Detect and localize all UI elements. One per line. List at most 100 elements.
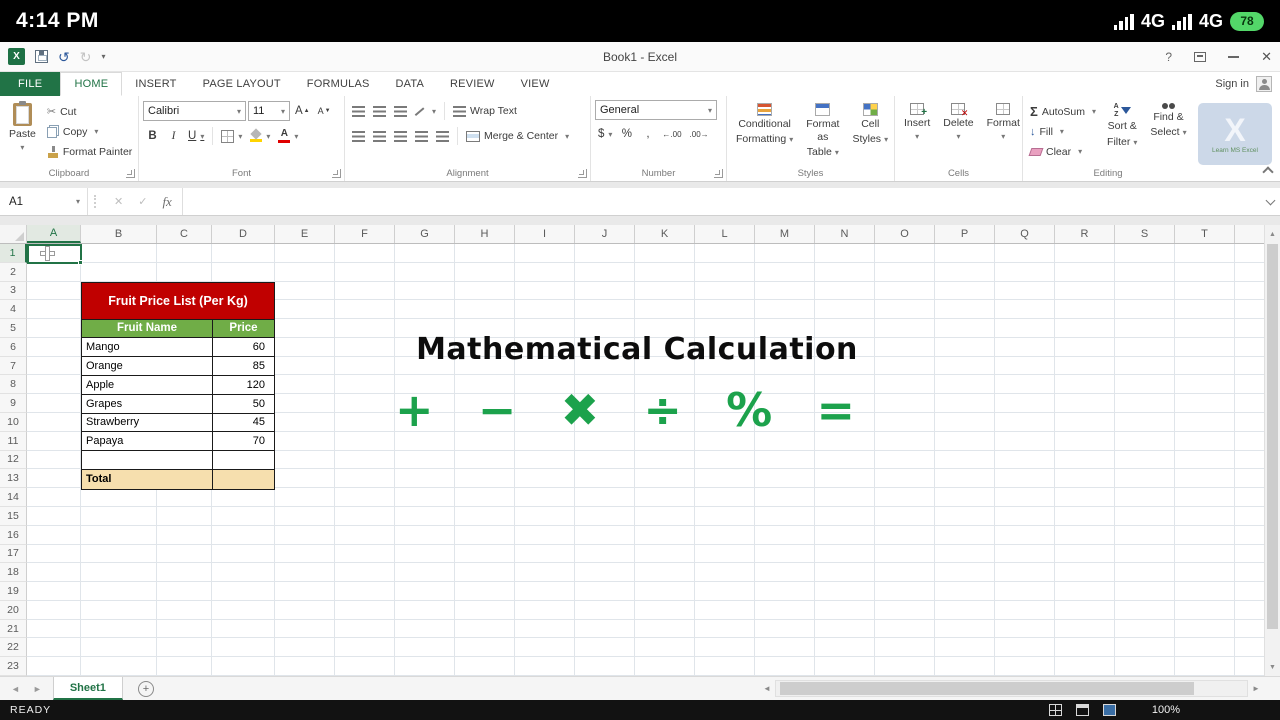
column-header-I[interactable]: I xyxy=(515,225,575,243)
shrink-font-button[interactable]: A▼ xyxy=(315,100,334,122)
font-size-combo[interactable]: 11 xyxy=(248,101,290,121)
scroll-down-icon[interactable]: ▼ xyxy=(1265,658,1280,676)
new-sheet-icon[interactable]: + xyxy=(138,681,154,697)
font-name-combo[interactable]: Calibri xyxy=(143,101,246,121)
fruit-name-cell[interactable]: Grapes xyxy=(82,395,213,413)
comma-style-button[interactable]: , xyxy=(638,123,657,145)
insert-function-icon[interactable]: fx xyxy=(162,194,171,210)
formula-input[interactable] xyxy=(183,188,1260,215)
tab-file[interactable]: FILE xyxy=(0,72,60,96)
number-dialog-launcher-icon[interactable] xyxy=(714,169,723,178)
ribbon-tab-page-layout[interactable]: PAGE LAYOUT xyxy=(190,72,294,96)
copy-button[interactable]: Copy xyxy=(44,122,135,141)
row-header-8[interactable]: 8 xyxy=(0,375,27,394)
decrease-indent-button[interactable] xyxy=(412,125,431,147)
orientation-button[interactable] xyxy=(412,100,439,122)
format-painter-button[interactable]: Format Painter xyxy=(44,142,135,161)
vertical-scroll-track[interactable] xyxy=(1265,243,1280,658)
font-color-button[interactable]: A xyxy=(275,125,301,147)
row-header-6[interactable]: 6 xyxy=(0,338,27,357)
vertical-scroll-thumb[interactable] xyxy=(1267,244,1278,629)
sheet-tab-sheet1[interactable]: Sheet1 xyxy=(53,677,123,700)
sign-in-button[interactable]: Sign in xyxy=(1215,72,1272,96)
fill-color-button[interactable] xyxy=(247,125,273,147)
row-header-10[interactable]: 10 xyxy=(0,413,27,432)
column-header-F[interactable]: F xyxy=(335,225,395,243)
middle-align-button[interactable] xyxy=(370,100,389,122)
column-header-H[interactable]: H xyxy=(455,225,515,243)
column-header-J[interactable]: J xyxy=(575,225,635,243)
ribbon-tab-insert[interactable]: INSERT xyxy=(122,72,189,96)
bold-button[interactable]: B xyxy=(143,125,162,147)
conditional-formatting-button[interactable]: Conditional Formatting xyxy=(731,100,798,149)
column-header-N[interactable]: N xyxy=(815,225,875,243)
merge-center-button[interactable]: Merge & Center xyxy=(463,127,572,146)
clear-button[interactable]: Clear xyxy=(1027,142,1099,161)
horizontal-scrollbar[interactable]: ◄ ► xyxy=(759,680,1264,697)
accounting-format-button[interactable]: $ xyxy=(595,123,615,145)
fill-button[interactable]: ↓Fill xyxy=(1027,122,1099,141)
find-select-button[interactable]: Find & Select xyxy=(1145,100,1191,142)
customize-qat-icon[interactable]: ▾ xyxy=(101,52,105,61)
format-cells-button[interactable]: Format xyxy=(982,100,1025,145)
fruit-price-cell[interactable]: 60 xyxy=(213,338,274,356)
vertical-scrollbar[interactable]: ▲ ▼ xyxy=(1264,225,1280,676)
fruit-price-cell[interactable]: 85 xyxy=(213,357,274,375)
decrease-decimal-button[interactable]: .00→ xyxy=(687,123,712,145)
scroll-right-icon[interactable]: ► xyxy=(1248,680,1264,697)
total-label-cell[interactable]: Total xyxy=(82,470,213,489)
select-all-corner[interactable] xyxy=(0,225,27,243)
expand-formula-bar-button[interactable] xyxy=(1260,188,1280,215)
price-header-cell[interactable]: Price xyxy=(213,320,274,338)
format-as-table-button[interactable]: Format as Table xyxy=(801,100,844,162)
column-header-E[interactable]: E xyxy=(275,225,335,243)
collapse-ribbon-icon[interactable] xyxy=(1262,166,1273,177)
minimize-icon[interactable] xyxy=(1228,56,1239,58)
column-header-R[interactable]: R xyxy=(1055,225,1115,243)
name-box[interactable]: A1 xyxy=(0,188,88,215)
row-header-3[interactable]: 3 xyxy=(0,282,27,301)
row-header-22[interactable]: 22 xyxy=(0,638,27,657)
paste-button[interactable]: Paste xyxy=(4,100,41,156)
column-header-L[interactable]: L xyxy=(695,225,755,243)
column-header-M[interactable]: M xyxy=(755,225,815,243)
cell-styles-button[interactable]: Cell Styles xyxy=(847,100,893,149)
row-header-15[interactable]: 15 xyxy=(0,507,27,526)
empty-price-cell[interactable] xyxy=(213,451,274,469)
row-header-17[interactable]: 17 xyxy=(0,545,27,564)
next-sheet-icon[interactable]: ► xyxy=(33,684,42,694)
row-header-4[interactable]: 4 xyxy=(0,300,27,319)
fruit-price-cell[interactable]: 50 xyxy=(213,395,274,413)
page-break-view-icon[interactable] xyxy=(1103,704,1116,716)
alignment-dialog-launcher-icon[interactable] xyxy=(578,169,587,178)
align-center-button[interactable] xyxy=(370,125,389,147)
cancel-icon[interactable]: ✕ xyxy=(114,195,123,208)
fruit-name-cell[interactable]: Apple xyxy=(82,376,213,394)
wrap-text-button[interactable]: Wrap Text xyxy=(450,102,520,121)
fill-handle[interactable] xyxy=(78,260,83,265)
percent-style-button[interactable]: % xyxy=(617,123,636,145)
horizontal-scroll-track[interactable] xyxy=(775,680,1248,697)
ribbon-display-options-icon[interactable] xyxy=(1194,52,1206,62)
row-header-11[interactable]: 11 xyxy=(0,432,27,451)
fruit-name-header-cell[interactable]: Fruit Name xyxy=(82,320,213,338)
insert-cells-button[interactable]: + Insert xyxy=(899,100,935,145)
underline-button[interactable]: U xyxy=(185,125,207,147)
increase-decimal-button[interactable]: ←.00 xyxy=(659,123,684,145)
row-header-18[interactable]: 18 xyxy=(0,563,27,582)
align-left-button[interactable] xyxy=(349,125,368,147)
autosum-button[interactable]: ΣAutoSum xyxy=(1027,102,1099,121)
row-header-23[interactable]: 23 xyxy=(0,657,27,676)
empty-name-cell[interactable] xyxy=(82,451,213,469)
clipboard-dialog-launcher-icon[interactable] xyxy=(126,169,135,178)
row-header-13[interactable]: 13 xyxy=(0,469,27,488)
column-header-A[interactable]: A xyxy=(27,225,81,243)
cut-button[interactable]: ✂Cut xyxy=(44,102,135,121)
horizontal-scroll-thumb[interactable] xyxy=(780,682,1194,695)
ribbon-tab-formulas[interactable]: FORMULAS xyxy=(294,72,383,96)
sort-filter-button[interactable]: AZ Sort & Filter xyxy=(1102,100,1142,152)
grow-font-button[interactable]: A▲ xyxy=(292,100,313,122)
column-header-K[interactable]: K xyxy=(635,225,695,243)
column-header-T[interactable]: T xyxy=(1175,225,1235,243)
column-header-O[interactable]: O xyxy=(875,225,935,243)
